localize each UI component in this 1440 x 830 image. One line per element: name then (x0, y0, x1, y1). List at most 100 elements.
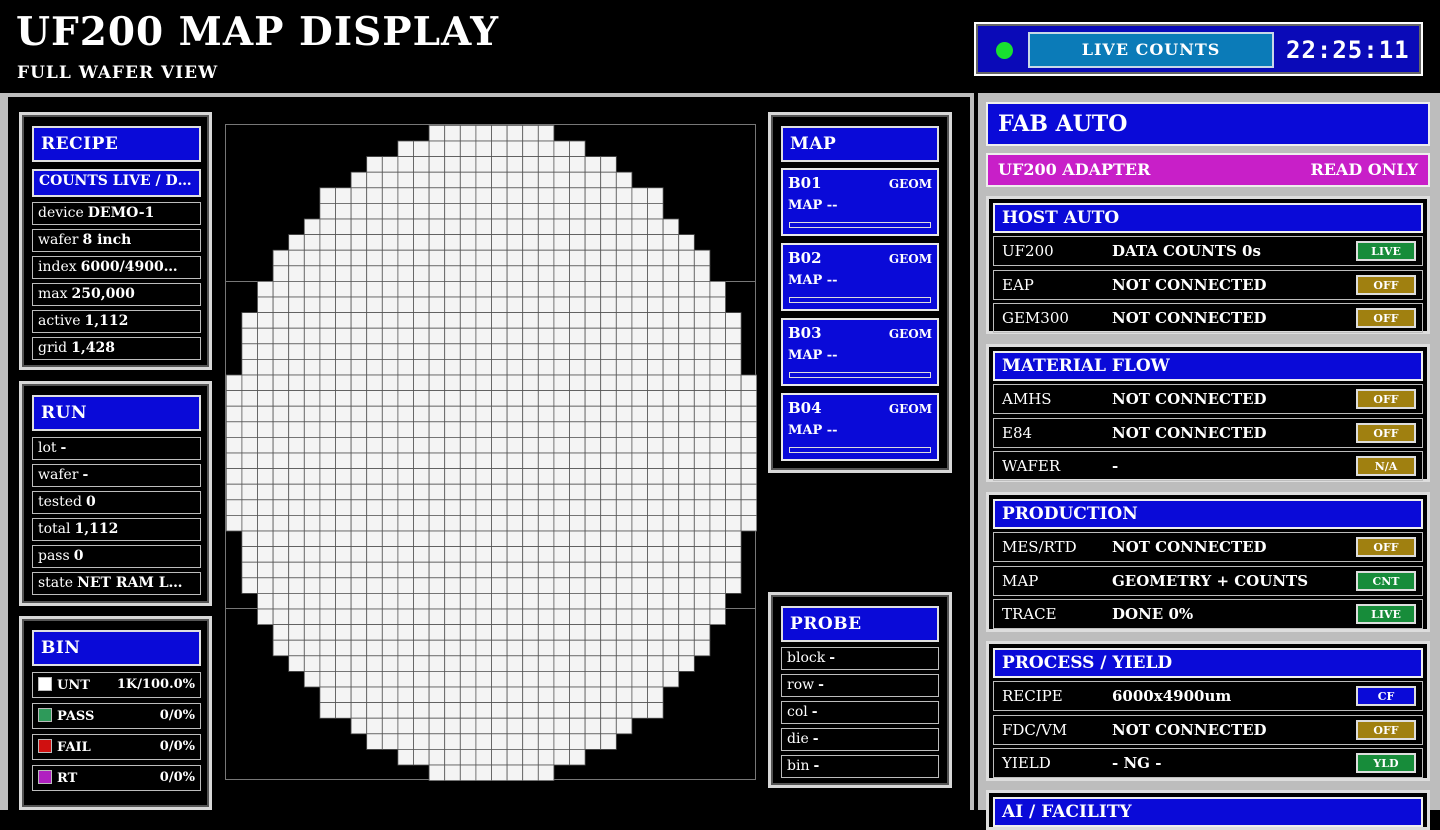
wafer-die[interactable] (553, 343, 570, 360)
wafer-die[interactable] (444, 218, 461, 236)
wafer-die[interactable] (506, 702, 524, 719)
wafer-die[interactable] (506, 390, 524, 407)
wafer-die[interactable] (397, 203, 414, 220)
wafer-die[interactable] (444, 156, 461, 173)
bin-row-rt[interactable]: RT 0/0% (32, 765, 201, 791)
wafer-die[interactable] (475, 171, 492, 189)
wafer-die[interactable] (678, 624, 695, 641)
wafer-die[interactable] (288, 592, 305, 610)
wafer-die[interactable] (678, 405, 695, 423)
wafer-die[interactable] (335, 280, 352, 298)
wafer-die[interactable] (272, 514, 290, 532)
wafer-die[interactable] (537, 421, 555, 438)
wafer-die[interactable] (381, 312, 399, 329)
wafer-die[interactable] (335, 390, 352, 407)
wafer-die[interactable] (428, 312, 446, 329)
wafer-die[interactable] (350, 312, 368, 329)
wafer-die[interactable] (647, 686, 664, 704)
wafer-die[interactable] (319, 468, 336, 485)
wafer-die[interactable] (662, 374, 680, 392)
wafer-die[interactable] (647, 514, 664, 532)
wafer-die[interactable] (491, 717, 508, 735)
wafer-die[interactable] (553, 468, 570, 485)
wafer-die[interactable] (475, 234, 492, 251)
wafer-die[interactable] (350, 639, 368, 657)
wafer-die[interactable] (459, 733, 477, 750)
wafer-die[interactable] (569, 483, 586, 501)
wafer-die[interactable] (584, 577, 602, 594)
wafer-die[interactable] (459, 530, 477, 548)
wafer-die[interactable] (257, 561, 274, 579)
wafer-die[interactable] (413, 171, 430, 189)
wafer-die[interactable] (226, 390, 243, 407)
wafer-die[interactable] (631, 592, 648, 610)
wafer-die[interactable] (709, 530, 726, 548)
wafer-die[interactable] (491, 483, 508, 501)
wafer-die[interactable] (615, 436, 633, 454)
wafer-die[interactable] (350, 218, 368, 236)
wafer-die[interactable] (709, 421, 726, 438)
wafer-die[interactable] (335, 561, 352, 579)
wafer-die[interactable] (584, 546, 602, 563)
wafer-die[interactable] (615, 187, 633, 204)
wafer-die[interactable] (569, 702, 586, 719)
wafer-die[interactable] (491, 140, 508, 158)
wafer-die[interactable] (444, 421, 461, 438)
wafer-die[interactable] (303, 514, 321, 532)
wafer-die[interactable] (584, 686, 602, 704)
wafer-die[interactable] (444, 265, 461, 282)
wafer-die[interactable] (444, 203, 461, 220)
wafer-die[interactable] (444, 624, 461, 641)
bin-row-pass[interactable]: PASS 0/0% (32, 703, 201, 729)
wafer-die[interactable] (522, 514, 539, 532)
wafer-die[interactable] (631, 577, 648, 594)
wafer-die[interactable] (537, 280, 555, 298)
wafer-die[interactable] (725, 514, 742, 532)
wafer-die[interactable] (506, 187, 524, 204)
map-card-b02[interactable]: B02 GEOM MAP -- (781, 243, 939, 311)
wafer-die[interactable] (319, 421, 336, 438)
wafer-die[interactable] (428, 546, 446, 563)
wafer-die[interactable] (459, 203, 477, 220)
wafer-die[interactable] (459, 374, 477, 392)
wafer-die[interactable] (257, 592, 274, 610)
wafer-die[interactable] (522, 343, 539, 360)
wafer-die[interactable] (397, 639, 414, 657)
wafer-die[interactable] (647, 280, 664, 298)
wafer-die[interactable] (444, 608, 461, 626)
wafer-die[interactable] (491, 624, 508, 641)
wafer-die[interactable] (475, 686, 492, 704)
wafer-die[interactable] (662, 296, 680, 314)
wafer-die[interactable] (615, 390, 633, 407)
wafer-die[interactable] (522, 483, 539, 501)
wafer-die[interactable] (553, 655, 570, 672)
wafer-die[interactable] (428, 733, 446, 750)
wafer-die[interactable] (584, 702, 602, 719)
wafer-die[interactable] (303, 483, 321, 501)
wafer-die[interactable] (428, 608, 446, 626)
wafer-die[interactable] (335, 452, 352, 470)
wafer-die[interactable] (615, 671, 633, 688)
wafer-die[interactable] (600, 483, 617, 501)
wafer-die[interactable] (647, 608, 664, 626)
wafer-die[interactable] (381, 343, 399, 360)
wafer-die[interactable] (491, 577, 508, 594)
wafer-die[interactable] (459, 187, 477, 204)
wafer-die[interactable] (569, 203, 586, 220)
wafer-die[interactable] (631, 327, 648, 345)
wafer-die[interactable] (693, 468, 711, 485)
wafer-die[interactable] (631, 265, 648, 282)
wafer-die[interactable] (366, 671, 383, 688)
wafer-die[interactable] (569, 717, 586, 735)
wafer-die[interactable] (350, 717, 368, 735)
wafer-die[interactable] (413, 561, 430, 579)
wafer-die[interactable] (459, 702, 477, 719)
wafer-die[interactable] (725, 358, 742, 376)
wafer-die[interactable] (459, 514, 477, 532)
wafer-die[interactable] (335, 312, 352, 329)
wafer-die[interactable] (522, 421, 539, 438)
wafer-die[interactable] (491, 702, 508, 719)
wafer-die[interactable] (397, 405, 414, 423)
wafer-die[interactable] (444, 436, 461, 454)
wafer-die[interactable] (428, 499, 446, 516)
